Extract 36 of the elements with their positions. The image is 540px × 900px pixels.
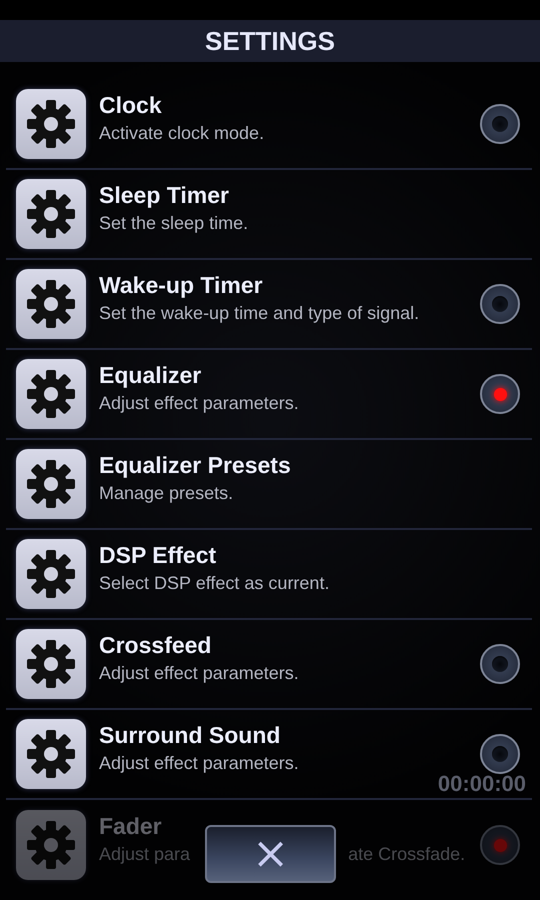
gear-icon — [26, 99, 76, 149]
item-description: Set the sleep time. — [99, 213, 248, 234]
item-title: Fader — [99, 813, 163, 840]
item-title: Equalizer — [99, 362, 202, 389]
item-title: Equalizer Presets — [99, 452, 292, 479]
radio-toggle[interactable] — [480, 104, 520, 144]
item-description: Adjust effect parameters. — [99, 753, 299, 774]
item-description: Adjust effect parameters. — [99, 393, 299, 414]
item-description: ate Crossfade. — [348, 844, 466, 865]
close-button[interactable]: × — [205, 825, 336, 883]
gear-icon — [26, 459, 76, 509]
radio-toggle[interactable] — [480, 374, 520, 414]
item-title: Crossfeed — [99, 632, 212, 659]
radio-toggle[interactable] — [480, 734, 520, 774]
item-description: Manage presets. — [99, 483, 234, 504]
item-title: Sleep Timer — [99, 182, 230, 209]
item-description: Select DSP effect as current. — [99, 573, 330, 594]
item-title: Wake-up Timer — [99, 272, 264, 299]
item-description: Activate clock mode. — [99, 123, 264, 144]
gear-icon — [26, 279, 76, 329]
item-title: DSP Effect — [99, 542, 218, 569]
gear-icon — [26, 549, 76, 599]
gear-icon — [26, 820, 76, 870]
gear-icon — [26, 369, 76, 419]
item-title: Surround Sound — [99, 722, 282, 749]
radio-toggle[interactable] — [480, 284, 520, 324]
item-description: Set the wake-up time and type of signal. — [99, 303, 420, 324]
radio-toggle[interactable] — [480, 644, 520, 684]
gear-icon — [26, 189, 76, 239]
item-description: Adjust para — [99, 844, 190, 865]
gear-icon — [26, 729, 76, 779]
header-title: SETTINGS — [0, 20, 540, 62]
total-time: 00:00:00 — [438, 771, 526, 797]
gear-icon — [26, 639, 76, 689]
item-title: Clock — [99, 92, 163, 119]
item-description: Adjust effect parameters. — [99, 663, 299, 684]
